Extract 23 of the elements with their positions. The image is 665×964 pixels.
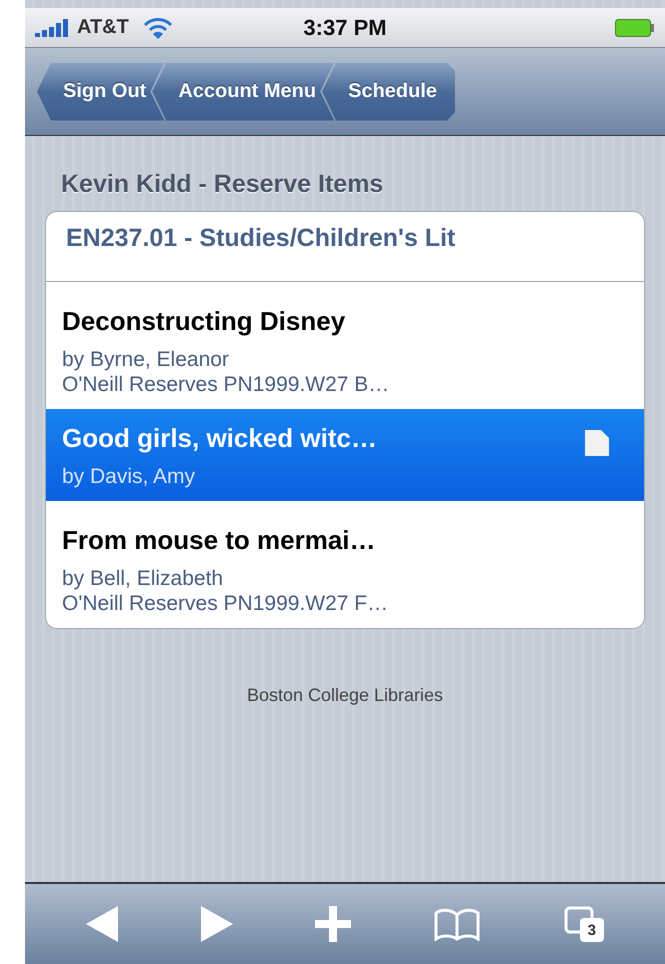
book-icon[interactable] (433, 907, 482, 941)
back-icon[interactable] (86, 906, 118, 942)
footer-text: Boston College Libraries (246, 685, 444, 706)
reserve-item[interactable]: Good girls, wicked witc… by Davis, Amy (46, 409, 644, 501)
forward-icon[interactable] (200, 906, 233, 942)
breadcrumb-button[interactable]: Account Menu (152, 62, 334, 120)
item-title: From mouse to mermai… (62, 525, 377, 556)
breadcrumb-button[interactable]: Schedule (322, 62, 456, 120)
item-location: O'Neill Reserves PN1999.W27 B… (62, 372, 390, 397)
item-author: by Bell, Elizabeth (62, 566, 224, 591)
item-location: O'Neill Reserves PN1999.W27 F… (62, 591, 390, 616)
clock-time: 3:37 PM (303, 14, 387, 40)
item-author: by Davis, Amy (62, 464, 196, 489)
item-title: Deconstructing Disney (62, 306, 346, 337)
item-title: Good girls, wicked witc… (62, 423, 378, 454)
plus-icon[interactable] (314, 906, 351, 942)
signal-icon (35, 18, 71, 36)
breadcrumb-button[interactable]: Sign Out (37, 62, 164, 120)
page-title: Kevin Kidd - Reserve Items (60, 170, 384, 199)
item-author: by Byrne, Eleanor (62, 347, 230, 372)
battery-icon (615, 18, 655, 36)
carrier-name: AT&T (77, 16, 129, 39)
wifi-icon (142, 16, 173, 38)
